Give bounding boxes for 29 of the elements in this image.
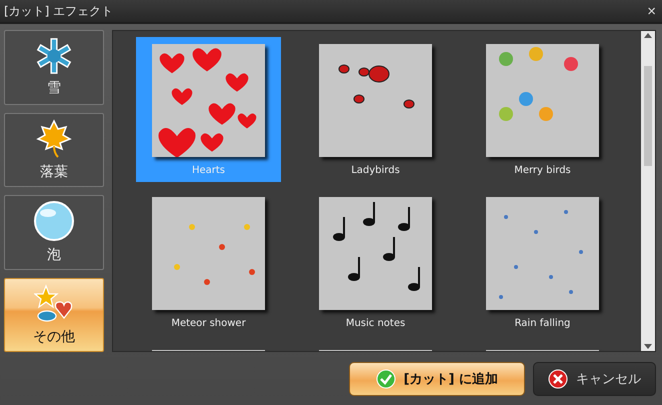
effect-tile[interactable]: Meteor shower — [136, 190, 281, 335]
window-title: [カット] エフェクト — [4, 2, 114, 20]
cancel-button[interactable]: キャンセル — [533, 362, 656, 396]
scroll-thumb[interactable] — [644, 66, 652, 166]
effect-tile[interactable]: Rain falling — [470, 190, 615, 335]
effect-label: Hearts — [192, 165, 226, 176]
effect-tile[interactable]: Music notes — [303, 190, 448, 335]
effect-label: Merry birds — [514, 165, 571, 176]
category-button[interactable]: 泡 — [4, 195, 104, 270]
effect-label: Meteor shower — [171, 318, 246, 329]
leaf-icon — [36, 118, 72, 159]
check-icon — [376, 368, 396, 388]
close-button[interactable]: × — [645, 4, 658, 18]
category-button[interactable]: 落葉 — [4, 112, 104, 187]
category-button[interactable]: その他 — [4, 278, 104, 352]
close-icon — [548, 368, 568, 388]
scroll-down-icon[interactable] — [644, 344, 652, 349]
snowflake-icon — [35, 37, 73, 76]
scroll-up-icon[interactable] — [644, 33, 652, 38]
effect-label: Rain falling — [514, 318, 570, 329]
effect-label: Music notes — [346, 318, 406, 329]
effect-tile[interactable]: Merry birds — [470, 37, 615, 182]
star-heart-icon — [34, 284, 74, 324]
scrollbar[interactable] — [641, 31, 655, 351]
effect-tile[interactable]: Ladybirds — [303, 37, 448, 182]
bubble-icon — [33, 200, 75, 242]
add-button[interactable]: [カット] に追加 — [348, 362, 525, 396]
effect-label: Ladybirds — [351, 165, 400, 176]
category-button[interactable]: 雪 — [4, 30, 104, 104]
